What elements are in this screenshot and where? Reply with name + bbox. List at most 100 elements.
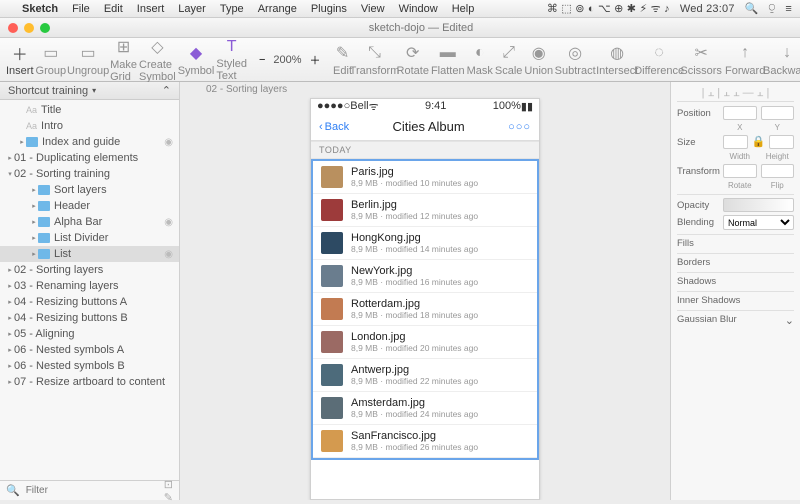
menu-insert[interactable]: Insert bbox=[137, 3, 165, 15]
opacity-slider[interactable] bbox=[723, 198, 794, 212]
zoom-in[interactable]: ＋ bbox=[310, 52, 321, 68]
menu-help[interactable]: Help bbox=[452, 3, 475, 15]
list-item[interactable]: London.jpg8,9 MB · modified 20 minutes a… bbox=[313, 326, 537, 359]
disclosure-icon[interactable]: ▸ bbox=[6, 154, 14, 162]
menu-edit[interactable]: Edit bbox=[104, 3, 123, 15]
toolbtn-scissors[interactable]: ✂Scissors bbox=[681, 39, 721, 81]
list-item[interactable]: Rotterdam.jpg8,9 MB · modified 18 minute… bbox=[313, 293, 537, 326]
inspector-section[interactable]: Inner Shadows bbox=[677, 291, 794, 306]
layer-row[interactable]: ▸04 - Resizing buttons A bbox=[0, 294, 179, 310]
layer-row[interactable]: ▸Sort layers bbox=[0, 182, 179, 198]
list-item[interactable]: Paris.jpg8,9 MB · modified 10 minutes ag… bbox=[313, 161, 537, 194]
w-field[interactable] bbox=[723, 135, 748, 149]
toolbtn-flatten[interactable]: ▬Flatten bbox=[431, 39, 465, 81]
toolbtn-scale[interactable]: ⤢Scale bbox=[495, 39, 523, 81]
list-item[interactable]: HongKong.jpg8,9 MB · modified 14 minutes… bbox=[313, 227, 537, 260]
artboard-label[interactable]: 02 - Sorting layers bbox=[206, 84, 287, 95]
layer-row[interactable]: AaTitle bbox=[0, 102, 179, 118]
disclosure-icon[interactable]: ▸ bbox=[30, 218, 38, 226]
toolbtn-symbol[interactable]: ◆Symbol bbox=[178, 39, 215, 81]
menu-window[interactable]: Window bbox=[399, 3, 438, 15]
canvas[interactable]: 02 - Sorting layers ●●●●○ Bell ᯤ 9:41 10… bbox=[180, 82, 670, 500]
menu-plugins[interactable]: Plugins bbox=[311, 3, 347, 15]
visibility-icon[interactable]: ◉ bbox=[164, 217, 173, 228]
layer-row[interactable]: ▾02 - Sorting training bbox=[0, 166, 179, 182]
pages-header[interactable]: Shortcut training▾ ⌃ bbox=[0, 82, 179, 100]
x-field[interactable] bbox=[723, 106, 757, 120]
layer-row[interactable]: ▸04 - Resizing buttons B bbox=[0, 310, 179, 326]
flip-field[interactable] bbox=[761, 164, 795, 178]
toolbtn-group[interactable]: ▭Group bbox=[36, 39, 67, 81]
menubar-list-icon[interactable]: ≡ bbox=[785, 3, 792, 15]
toolbtn-styled-text[interactable]: TStyled Text bbox=[216, 39, 247, 81]
rotate-field[interactable] bbox=[723, 164, 757, 178]
list-item[interactable]: Amsterdam.jpg8,9 MB · modified 24 minute… bbox=[313, 392, 537, 425]
zoom-out[interactable]: − bbox=[259, 54, 265, 66]
layer-row[interactable]: ▸05 - Aligning bbox=[0, 326, 179, 342]
layer-row[interactable]: ▸06 - Nested symbols B bbox=[0, 358, 179, 374]
toolbtn-difference[interactable]: ◌Difference bbox=[639, 39, 679, 81]
menu-view[interactable]: View bbox=[361, 3, 385, 15]
list-item[interactable]: Berlin.jpg8,9 MB · modified 12 minutes a… bbox=[313, 194, 537, 227]
toolbtn-insert[interactable]: ＋Insert bbox=[6, 39, 34, 81]
menubar-user-icon[interactable]: ⍜ bbox=[769, 2, 776, 15]
traffic-lights[interactable] bbox=[8, 23, 50, 33]
nav-more-icon[interactable]: ○○○ bbox=[508, 121, 531, 133]
toolbtn-create-symbol[interactable]: ◇Create Symbol bbox=[139, 39, 176, 81]
artboard[interactable]: ●●●●○ Bell ᯤ 9:41 100% ▮▮ ‹Back Cities A… bbox=[310, 98, 540, 500]
disclosure-icon[interactable]: ▸ bbox=[6, 282, 14, 290]
toolbtn-intersect[interactable]: ◍Intersect bbox=[597, 39, 637, 81]
disclosure-icon[interactable]: ▸ bbox=[6, 266, 14, 274]
disclosure-icon[interactable]: ▸ bbox=[30, 250, 38, 258]
layer-row[interactable]: AaIntro bbox=[0, 118, 179, 134]
list-item[interactable]: SanFrancisco.jpg8,9 MB · modified 26 min… bbox=[313, 425, 537, 458]
layer-row[interactable]: ▸03 - Renaming layers bbox=[0, 278, 179, 294]
list-item[interactable]: Antwerp.jpg8,9 MB · modified 22 minutes … bbox=[313, 359, 537, 392]
disclosure-icon[interactable]: ▸ bbox=[6, 314, 14, 322]
h-field[interactable] bbox=[769, 135, 794, 149]
visibility-icon[interactable]: ◉ bbox=[164, 249, 173, 260]
toolbtn-mask[interactable]: ◐Mask bbox=[467, 39, 493, 81]
layer-row[interactable]: ▸List◉ bbox=[0, 246, 179, 262]
filter-input[interactable] bbox=[26, 485, 158, 496]
layer-row[interactable]: ▸Header bbox=[0, 198, 179, 214]
toolbtn-subtract[interactable]: ◎Subtract bbox=[555, 39, 595, 81]
inspector-section[interactable]: Gaussian Blur ⌄ bbox=[677, 310, 794, 325]
inspector-section[interactable]: Fills bbox=[677, 234, 794, 249]
inspector-section[interactable]: Shadows bbox=[677, 272, 794, 287]
toolbtn-rotate[interactable]: ⟳Rotate bbox=[397, 39, 429, 81]
layer-row[interactable]: ▸List Divider bbox=[0, 230, 179, 246]
disclosure-icon[interactable]: ▸ bbox=[6, 330, 14, 338]
align-toolbar[interactable]: | ⫠ | ⫠ ⫠ — ⫠ | bbox=[677, 86, 794, 102]
menu-layer[interactable]: Layer bbox=[178, 3, 206, 15]
disclosure-icon[interactable]: ▸ bbox=[18, 138, 26, 146]
disclosure-icon[interactable]: ▸ bbox=[6, 298, 14, 306]
collapse-icon[interactable]: ⌃ bbox=[162, 84, 171, 97]
layer-row[interactable]: ▸01 - Duplicating elements bbox=[0, 150, 179, 166]
disclosure-icon[interactable]: ▸ bbox=[30, 234, 38, 242]
lock-icon[interactable]: 🔒 bbox=[752, 135, 766, 149]
zoom-level[interactable]: 200% bbox=[273, 54, 301, 66]
menu-file[interactable]: File bbox=[72, 3, 90, 15]
disclosure-icon[interactable]: ▸ bbox=[6, 362, 14, 370]
toolbtn-backward[interactable]: ↓Backward bbox=[767, 39, 800, 81]
toolbtn-union[interactable]: ◉Union bbox=[524, 39, 553, 81]
y-field[interactable] bbox=[761, 106, 795, 120]
layer-row[interactable]: ▸07 - Resize artboard to content bbox=[0, 374, 179, 390]
toolbtn-transform[interactable]: ⤡Transform bbox=[355, 39, 395, 81]
layer-row[interactable]: ▸Alpha Bar◉ bbox=[0, 214, 179, 230]
blending-select[interactable]: Normal bbox=[723, 215, 794, 230]
disclosure-icon[interactable]: ▾ bbox=[6, 170, 14, 178]
layer-row[interactable]: ▸02 - Sorting layers bbox=[0, 262, 179, 278]
menu-arrange[interactable]: Arrange bbox=[258, 3, 297, 15]
inspector-section[interactable]: Borders bbox=[677, 253, 794, 268]
toolbtn-ungroup[interactable]: ▭Ungroup bbox=[68, 39, 108, 81]
disclosure-icon[interactable]: ▸ bbox=[6, 346, 14, 354]
disclosure-icon[interactable]: ▸ bbox=[6, 378, 14, 386]
menu-type[interactable]: Type bbox=[220, 3, 244, 15]
disclosure-icon[interactable]: ▸ bbox=[30, 202, 38, 210]
toolbtn-make-grid[interactable]: ⊞Make Grid bbox=[110, 39, 137, 81]
app-name[interactable]: Sketch bbox=[22, 3, 58, 15]
layer-row[interactable]: ▸Index and guide◉ bbox=[0, 134, 179, 150]
back-button[interactable]: ‹Back bbox=[319, 121, 349, 133]
